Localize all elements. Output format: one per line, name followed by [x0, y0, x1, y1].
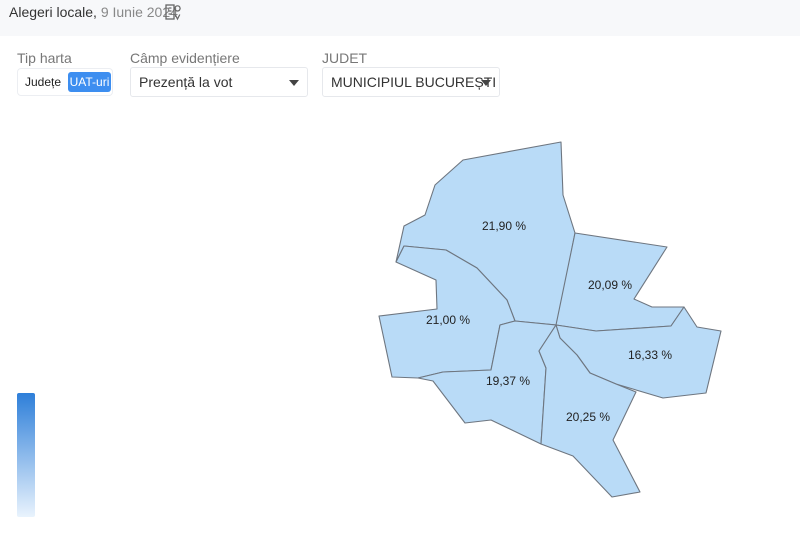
- region-label: 19,37 %: [486, 374, 530, 388]
- region-label: 20,25 %: [566, 410, 610, 424]
- color-scale-legend: [17, 393, 35, 517]
- region-label: 20,09 %: [588, 278, 632, 292]
- region-label: 21,90 %: [482, 219, 526, 233]
- region-label: 16,33 %: [628, 348, 672, 362]
- region-label: 21,00 %: [426, 313, 470, 327]
- bucharest-sector-map: 21,90 % 20,09 % 21,00 % 16,33 % 19,37 % …: [378, 141, 722, 498]
